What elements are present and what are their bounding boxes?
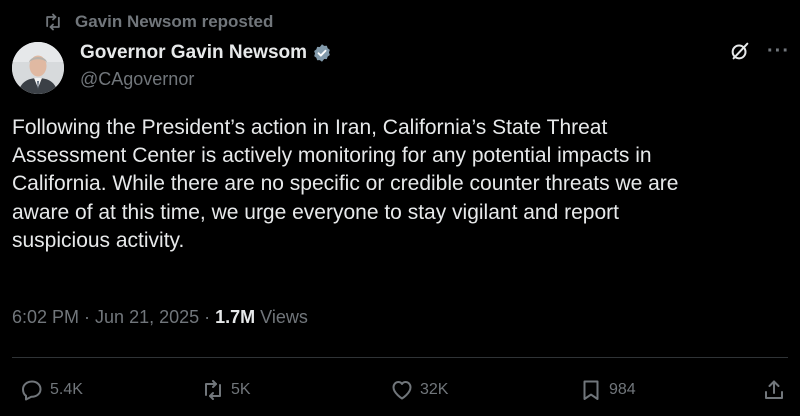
bookmark-icon bbox=[583, 380, 599, 400]
reply-icon bbox=[22, 380, 42, 401]
bookmark-button[interactable]: 984 bbox=[579, 376, 636, 404]
like-button[interactable]: 32K bbox=[390, 376, 448, 404]
tweet-meta: 6:02 PM · Jun 21, 2025 · 1.7M Views bbox=[12, 307, 308, 328]
like-count: 32K bbox=[420, 381, 449, 398]
grok-icon[interactable] bbox=[729, 40, 751, 62]
repost-banner[interactable]: Gavin Newsom reposted bbox=[43, 9, 273, 35]
author-handle[interactable]: @CAgovernor bbox=[80, 69, 194, 90]
tweet-date[interactable]: Jun 21, 2025 bbox=[95, 307, 199, 328]
meta-separator: · bbox=[84, 307, 91, 327]
repost-count: 5K bbox=[231, 381, 251, 398]
repost-banner-label: Gavin Newsom reposted bbox=[75, 12, 274, 31]
repost-button[interactable]: 5K bbox=[201, 376, 251, 404]
divider bbox=[12, 357, 788, 358]
top-right-icons: ··· bbox=[729, 40, 790, 62]
avatar[interactable] bbox=[12, 42, 64, 94]
meta-separator: · bbox=[204, 307, 211, 327]
author-display-name[interactable]: Governor Gavin Newsom bbox=[80, 42, 307, 64]
more-options-icon[interactable]: ··· bbox=[767, 41, 790, 61]
repost-icon bbox=[205, 380, 221, 400]
share-icon bbox=[765, 380, 783, 399]
verified-badge-icon bbox=[314, 44, 330, 62]
reply-count: 5.4K bbox=[50, 381, 83, 398]
repost-icon bbox=[46, 13, 60, 31]
author-name-row[interactable]: Governor Gavin Newsom bbox=[80, 40, 332, 66]
tweet-text: Following the President’s action in Iran… bbox=[12, 116, 679, 252]
views-count[interactable]: 1.7M bbox=[215, 307, 255, 328]
bookmark-count: 984 bbox=[609, 381, 636, 398]
reply-button[interactable]: 5.4K bbox=[20, 376, 83, 404]
share-button[interactable] bbox=[762, 376, 786, 404]
views-label: Views bbox=[260, 307, 308, 327]
heart-icon bbox=[392, 381, 412, 400]
tweet-time[interactable]: 6:02 PM bbox=[12, 307, 79, 328]
